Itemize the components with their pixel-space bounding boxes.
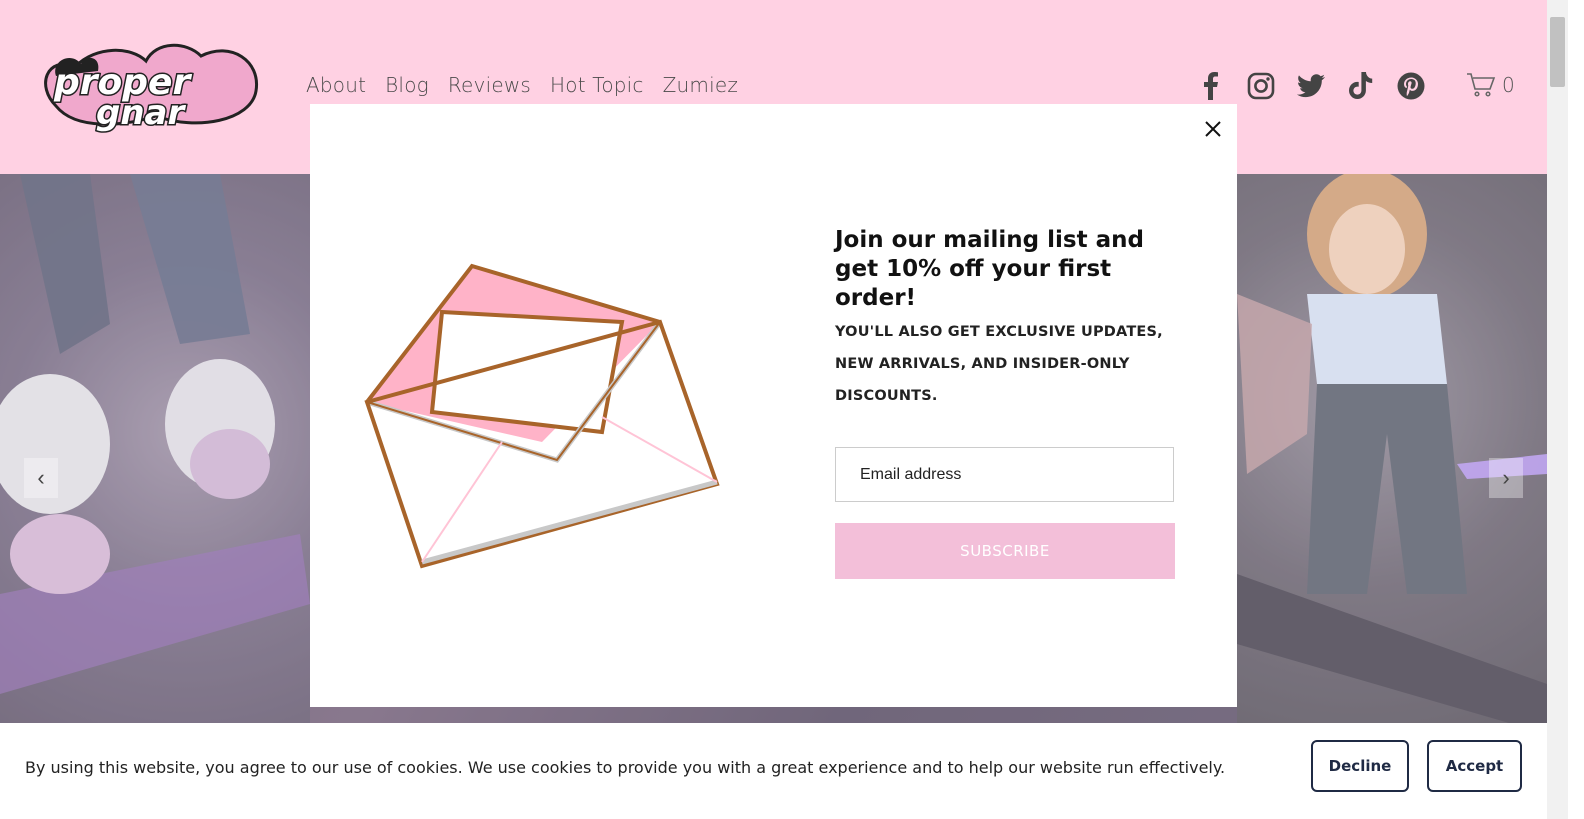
cart-count: 0	[1502, 73, 1515, 97]
newsletter-popup: Join our mailing list and get 10% off yo…	[310, 104, 1237, 707]
popup-title: Join our mailing list and get 10% off yo…	[835, 227, 1144, 311]
facebook-icon[interactable]	[1197, 70, 1225, 102]
slideshow-prev-button[interactable]: ‹	[24, 458, 58, 498]
cart-icon	[1467, 73, 1496, 97]
tiktok-icon[interactable]	[1347, 70, 1375, 102]
twitter-icon[interactable]	[1297, 70, 1325, 102]
cookie-banner: By using this website, you agree to our …	[0, 723, 1547, 819]
close-icon	[1205, 121, 1221, 137]
nav-reviews[interactable]: Reviews	[448, 73, 531, 97]
nav-about[interactable]: About	[306, 73, 366, 97]
decline-button[interactable]: Decline	[1311, 740, 1409, 792]
chevron-right-icon: ›	[1502, 465, 1510, 490]
main-nav: About Blog Reviews Hot Topic Zumiez	[306, 73, 738, 97]
accept-button[interactable]: Accept	[1427, 740, 1522, 792]
email-field[interactable]: Email address	[835, 447, 1174, 502]
pinterest-icon[interactable]	[1397, 70, 1425, 102]
cart[interactable]: 0	[1466, 72, 1515, 98]
slideshow-next-button[interactable]: ›	[1489, 458, 1523, 498]
page-scrollbar[interactable]	[1547, 0, 1568, 819]
nav-blog[interactable]: Blog	[385, 73, 429, 97]
nav-zumiez[interactable]: Zumiez	[663, 73, 738, 97]
instagram-icon[interactable]	[1247, 70, 1275, 102]
cookie-message: By using this website, you agree to our …	[25, 758, 1226, 777]
svg-text:gnar: gnar	[96, 93, 186, 133]
proper-gnar-logo[interactable]: proper gnar	[36, 36, 264, 138]
chevron-left-icon: ‹	[37, 465, 45, 490]
popup-subtitle: YOU'LL ALSO GET EXCLUSIVE UPDATES, NEW A…	[835, 324, 1163, 404]
envelope-illustration	[364, 263, 720, 569]
close-popup-button[interactable]	[1200, 116, 1226, 142]
nav-hot-topic[interactable]: Hot Topic	[550, 73, 644, 97]
scrollbar-thumb[interactable]	[1550, 17, 1565, 87]
subscribe-button[interactable]: SUBSCRIBE	[835, 523, 1175, 579]
social-links	[1197, 70, 1425, 102]
